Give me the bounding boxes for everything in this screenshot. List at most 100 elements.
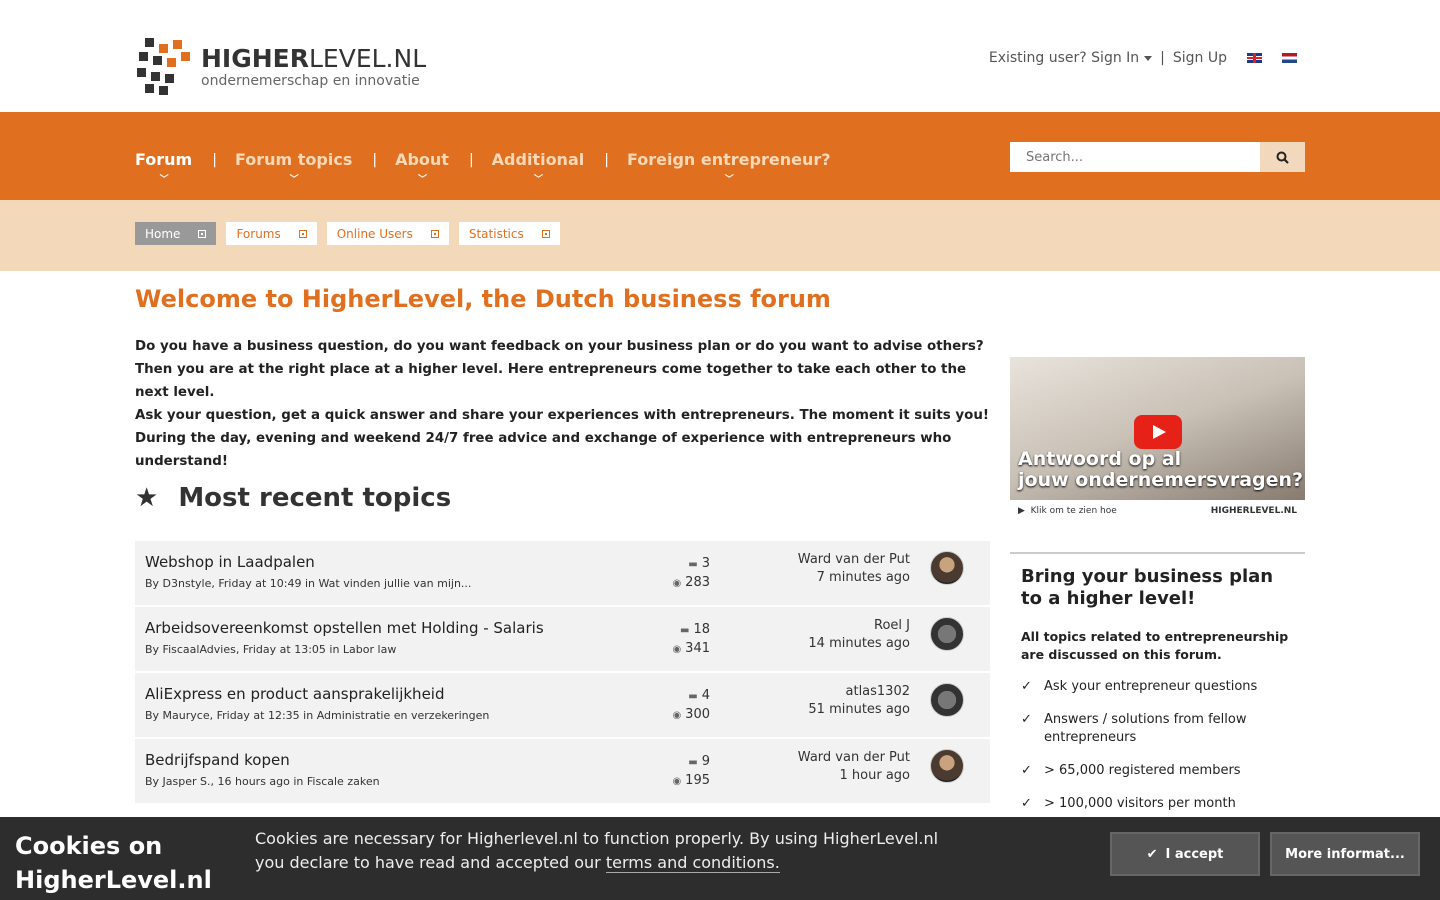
play-icon[interactable]	[1134, 415, 1182, 449]
site-logo[interactable]: HIGHERLEVEL.NL ondernemerschap en innova…	[135, 36, 426, 96]
topic-title[interactable]: Arbeidsovereenkomst opstellen met Holdin…	[145, 619, 544, 637]
chevron-down-icon: ﹀	[724, 175, 734, 185]
topic-list: Webshop in Laadpalen By D3nstyle, Friday…	[135, 541, 990, 805]
logo-subtitle: ondernemerschap en innovatie	[201, 73, 420, 89]
video-brand: HIGHERLEVEL.NL	[1210, 506, 1297, 516]
nav-item-about[interactable]: About ﹀	[395, 150, 469, 185]
nav-item-additional[interactable]: Additional ﹀	[492, 150, 605, 185]
main-navigation: Forum ﹀ | Forum topics ﹀ | About ﹀ | Additi…	[0, 112, 1440, 200]
topic-row[interactable]: AliExpress en product aansprakelijkheid …	[135, 673, 990, 739]
topic-title[interactable]: AliExpress en product aansprakelijkheid	[145, 685, 444, 703]
site-header: HIGHERLEVEL.NL ondernemerschap en innova…	[0, 0, 1440, 112]
last-post-time[interactable]: 51 minutes ago	[808, 701, 910, 719]
last-poster-name[interactable]: atlas1302	[808, 683, 911, 701]
topic-stats: ▬ 3 ◉ 283	[665, 555, 710, 593]
chevron-down-icon: ﹀	[418, 175, 428, 185]
last-poster: Roel J 14 minutes ago	[808, 617, 910, 653]
topic-title[interactable]: Bedrijfspand kopen	[145, 751, 290, 769]
eye-icon: ◉	[672, 644, 682, 655]
last-post-time[interactable]: 7 minutes ago	[798, 569, 910, 587]
page-title: Welcome to HigherLevel, the Dutch busine…	[135, 285, 831, 313]
topic-meta: By Jasper S., 16 hours ago in Fiscale za…	[145, 775, 380, 788]
caret-down-icon	[1144, 55, 1153, 61]
crumb-home[interactable]: Home	[135, 222, 217, 245]
check-icon: ✓	[1021, 679, 1032, 694]
terms-link[interactable]: terms and conditions.	[605, 853, 780, 873]
nav-menu: Forum ﹀ | Forum topics ﹀ | About ﹀ | Additi…	[135, 150, 851, 185]
nav-separator: |	[372, 151, 378, 168]
breadcrumb-band: Home Forums Online Users Statistics	[0, 200, 1440, 271]
promo-box: Bring your business plan to a higher lev…	[1010, 552, 1305, 828]
checkmark-icon: ✔	[1146, 846, 1158, 862]
topic-row[interactable]: Arbeidsovereenkomst opstellen met Holdin…	[135, 607, 990, 673]
reply-count: 9	[701, 754, 710, 769]
topic-meta: By FiscaalAdvies, Friday at 13:05 in Lab…	[145, 643, 397, 656]
list-item: ✓ Answers / solutions from fellow entrepr…	[1021, 712, 1247, 745]
search-button[interactable]	[1260, 142, 1305, 172]
topic-stats: ▬ 18 ◉ 341	[665, 621, 710, 659]
eye-icon: ◉	[672, 776, 682, 787]
accept-cookies-button[interactable]: ✔ I accept	[1110, 832, 1260, 876]
comments-icon: ▬	[688, 559, 698, 570]
avatar[interactable]	[930, 551, 964, 585]
more-info-button[interactable]: More informat...	[1270, 832, 1420, 876]
cookie-banner: Cookies on HigherLevel.nl Cookies are ne…	[0, 817, 1440, 900]
last-poster: Ward van der Put 1 hour ago	[798, 749, 910, 785]
topic-title[interactable]: Webshop in Laadpalen	[145, 553, 315, 571]
nav-separator: |	[212, 151, 217, 168]
last-post-time[interactable]: 1 hour ago	[798, 767, 910, 785]
sign-in-link[interactable]: Existing user? Sign In	[989, 50, 1153, 66]
view-count: 341	[685, 641, 710, 656]
nav-item-forum[interactable]: Forum ﹀	[135, 150, 212, 185]
nav-separator: |	[468, 151, 474, 168]
sign-up-link[interactable]: Sign Up	[1173, 50, 1227, 66]
crumb-forums[interactable]: Forums	[226, 222, 317, 245]
flag-uk-icon[interactable]	[1247, 53, 1262, 63]
eye-icon: ◉	[672, 578, 682, 589]
topic-stats: ▬ 4 ◉ 300	[665, 687, 710, 725]
last-poster-name[interactable]: Ward van der Put	[798, 749, 910, 767]
topic-row[interactable]: Bedrijfspand kopen By Jasper S., 16 hour…	[135, 739, 990, 805]
crumb-statistics[interactable]: Statistics	[458, 222, 560, 245]
comments-icon: ▬	[680, 625, 690, 636]
breadcrumb: Home Forums Online Users Statistics	[135, 222, 560, 245]
eye-icon: ◉	[672, 710, 682, 721]
topic-meta: By D3nstyle, Friday at 10:49 in Wat vind…	[145, 577, 472, 590]
last-poster-name[interactable]: Roel J	[808, 617, 910, 635]
last-poster-name[interactable]: Ward van der Put	[798, 551, 910, 569]
flag-nl-icon[interactable]	[1282, 53, 1297, 63]
cookie-text: Cookies are necessary for Higherlevel.nl…	[255, 829, 939, 873]
avatar[interactable]	[930, 617, 964, 651]
nav-item-forum-topics[interactable]: Forum topics ﹀	[235, 150, 372, 185]
list-item: ✓ > 100,000 visitors per month	[1021, 796, 1236, 811]
search-input[interactable]	[1010, 142, 1260, 172]
video-caption: ▶ Klik om te zien hoe	[1018, 506, 1117, 516]
topic-row[interactable]: Webshop in Laadpalen By D3nstyle, Friday…	[135, 541, 990, 607]
topic-stats: ▬ 9 ◉ 195	[665, 753, 710, 791]
last-post-time[interactable]: 14 minutes ago	[808, 635, 910, 653]
topic-meta: By Mauryce, Friday at 12:35 in Administr…	[145, 709, 490, 722]
check-icon: ✓	[1021, 763, 1032, 778]
crumb-online-users[interactable]: Online Users	[326, 222, 449, 245]
reply-count: 18	[693, 622, 710, 637]
list-item: ✓ Ask your entrepreneur questions	[1021, 679, 1258, 694]
view-count: 195	[685, 773, 710, 788]
promo-video[interactable]: Antwoord op al jouw ondernemersvragen? ▶…	[1010, 357, 1305, 522]
avatar[interactable]	[930, 749, 964, 783]
nav-separator: |	[604, 151, 609, 168]
last-poster: atlas1302 51 minutes ago	[808, 683, 910, 719]
nav-item-foreign-entrepreneur[interactable]: Foreign entrepreneur? ﹀	[627, 150, 851, 185]
user-links: Existing user? Sign In | Sign Up	[989, 50, 1297, 66]
intro-text: Do you have a business question, do you …	[135, 335, 990, 473]
reply-count: 4	[701, 688, 710, 703]
view-count: 283	[685, 575, 710, 590]
comments-icon: ▬	[688, 757, 698, 768]
play-small-icon: ▶	[1018, 506, 1031, 516]
check-icon: ✓	[1021, 796, 1032, 811]
last-poster: Ward van der Put 7 minutes ago	[798, 551, 910, 587]
promo-title: Bring your business plan to a higher lev…	[1021, 566, 1274, 609]
intro-paragraph: During the day, evening and weekend 24/7…	[135, 431, 952, 469]
section-title: ★ Most recent topics	[135, 483, 452, 513]
avatar[interactable]	[930, 683, 964, 717]
comments-icon: ▬	[688, 691, 698, 702]
